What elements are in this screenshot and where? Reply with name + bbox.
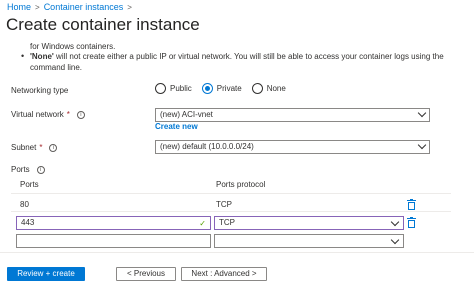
subnet-label: Subnet * i xyxy=(11,143,58,152)
radio-private-circle[interactable] xyxy=(201,83,213,94)
breadcrumb-home[interactable]: Home xyxy=(7,2,31,12)
radio-none-label: None xyxy=(266,84,286,93)
none-description: will not create either a public IP or vi… xyxy=(30,52,444,72)
networking-type-radio-group: Public Private None xyxy=(155,83,286,94)
radio-private[interactable]: Private xyxy=(201,83,242,94)
checkmark-icon: ✓ xyxy=(199,219,206,228)
networking-type-label: Networking type xyxy=(11,86,68,95)
delete-icon[interactable] xyxy=(407,199,416,210)
breadcrumb-separator: > xyxy=(127,2,132,12)
info-icon[interactable]: i xyxy=(36,165,45,174)
protocol-dropdown-empty[interactable] xyxy=(214,234,404,248)
port-cell[interactable]: 80 xyxy=(20,200,29,209)
port-input-value: 443 xyxy=(21,218,35,227)
footer-action-bar: Review + create < Previous Next : Advanc… xyxy=(0,252,474,291)
breadcrumb-container-instances[interactable]: Container instances xyxy=(44,2,124,12)
previous-button[interactable]: < Previous xyxy=(116,267,176,281)
delete-icon[interactable] xyxy=(407,217,416,228)
protocol-cell[interactable]: TCP xyxy=(216,200,232,209)
radio-public-circle[interactable] xyxy=(155,83,166,94)
port-input[interactable]: 443 ✓ xyxy=(16,216,211,230)
chevron-down-icon xyxy=(390,217,400,227)
review-create-button[interactable]: Review + create xyxy=(7,267,85,281)
virtual-network-label: Virtual network * i xyxy=(11,110,85,119)
protocol-dropdown[interactable]: TCP xyxy=(214,216,404,230)
radio-public-label: Public xyxy=(170,84,192,93)
column-header-protocol: Ports protocol xyxy=(216,180,266,189)
column-header-ports: Ports xyxy=(20,180,39,189)
virtual-network-dropdown[interactable]: (new) ACI-vnet xyxy=(155,108,430,122)
info-icon[interactable]: i xyxy=(76,110,85,119)
none-keyword: 'None' xyxy=(30,52,54,61)
ports-label: Ports i xyxy=(11,165,45,174)
bullet-text: 'None' will not create either a public I… xyxy=(30,51,460,73)
next-advanced-button[interactable]: Next : Advanced > xyxy=(181,267,267,281)
info-icon[interactable]: i xyxy=(49,143,58,152)
radio-private-label: Private xyxy=(216,84,242,93)
breadcrumb: Home > Container instances > xyxy=(7,2,132,12)
required-marker: * xyxy=(66,110,70,119)
ports-label-text: Ports xyxy=(11,165,30,174)
bullet-dot: • xyxy=(21,51,25,61)
row-divider xyxy=(11,211,451,212)
page-title: Create container instance xyxy=(6,15,200,34)
header-divider xyxy=(11,193,451,194)
radio-public[interactable]: Public xyxy=(155,83,192,94)
subnet-label-text: Subnet xyxy=(11,143,37,152)
required-marker: * xyxy=(39,143,43,152)
chevron-down-icon xyxy=(390,235,400,245)
networking-type-label-text: Networking type xyxy=(11,86,69,95)
radio-none[interactable]: None xyxy=(251,83,286,94)
chevron-down-icon xyxy=(417,140,427,150)
protocol-dropdown-value: TCP xyxy=(219,218,235,227)
breadcrumb-separator: > xyxy=(35,2,40,12)
virtual-network-label-text: Virtual network xyxy=(11,110,64,119)
subnet-value: (new) default (10.0.0.0/24) xyxy=(160,142,254,151)
form-scroll-area[interactable]: for Windows containers. • 'None' will no… xyxy=(0,40,474,252)
port-input-empty[interactable] xyxy=(16,234,211,248)
subnet-dropdown[interactable]: (new) default (10.0.0.0/24) xyxy=(155,140,430,154)
radio-none-circle[interactable] xyxy=(251,83,263,94)
chevron-down-icon xyxy=(417,108,427,118)
virtual-network-value: (new) ACI-vnet xyxy=(160,110,213,119)
create-new-vnet-link[interactable]: Create new xyxy=(155,122,198,131)
